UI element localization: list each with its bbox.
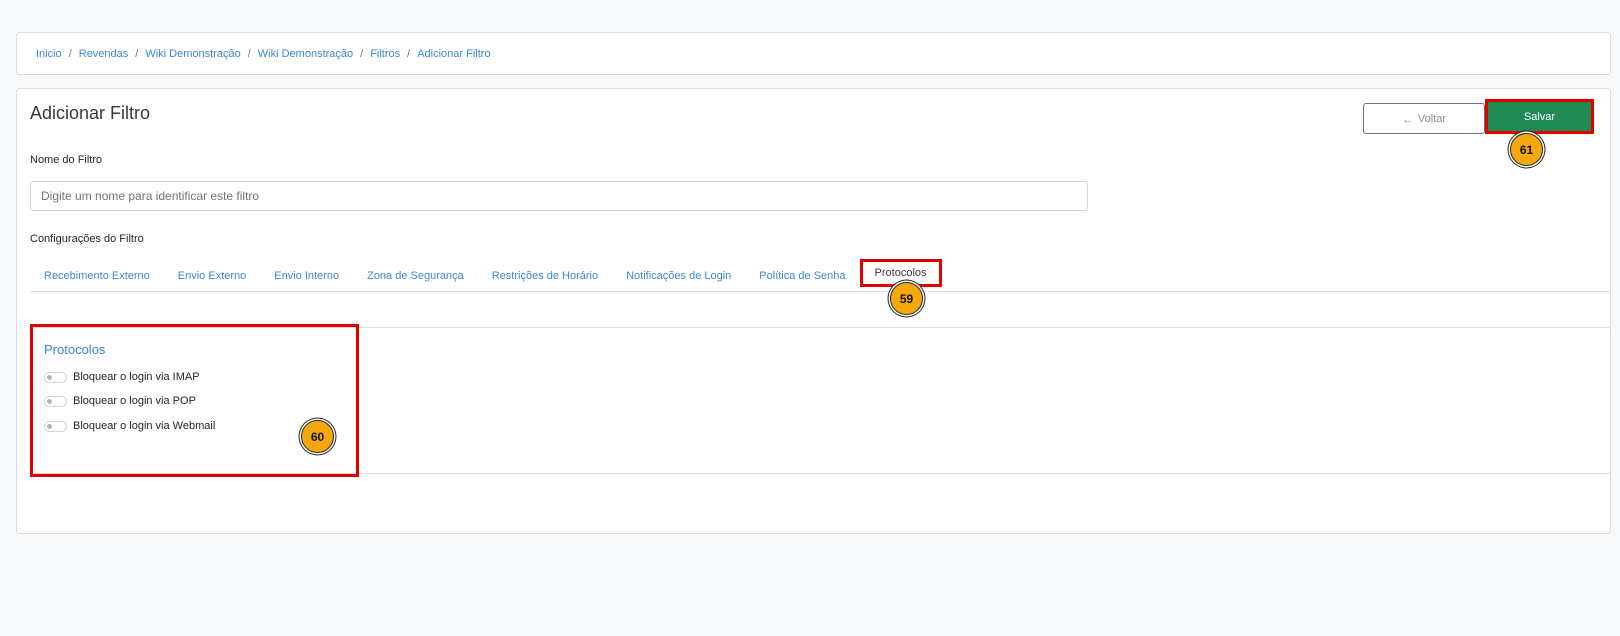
- breadcrumb-item-filtros[interactable]: Filtros: [370, 48, 400, 60]
- breadcrumb-item-revendas[interactable]: Revendas: [79, 48, 129, 60]
- annotation-badge-panel: 60: [301, 420, 334, 453]
- filter-config-tabs: Recebimento Externo Envio Externo Envio …: [30, 259, 1610, 292]
- breadcrumb-item-wiki-1[interactable]: Wiki Demonstração: [145, 48, 240, 60]
- tab-envio-externo[interactable]: Envio Externo: [164, 259, 260, 292]
- protocols-panel-title: Protocolos: [44, 342, 106, 357]
- breadcrumb-item-wiki-2[interactable]: Wiki Demonstração: [258, 48, 353, 60]
- tab-politica-de-senha[interactable]: Política de Senha: [745, 259, 859, 292]
- arrow-left-icon: ←: [1401, 111, 1414, 126]
- filter-config-label: Configurações do Filtro: [30, 233, 144, 245]
- filter-name-input[interactable]: [30, 181, 1088, 211]
- breadcrumb-separator: /: [360, 47, 364, 60]
- toggle-block-webmail[interactable]: [44, 420, 67, 432]
- annotation-badge-save: 61: [1510, 133, 1543, 166]
- toggle-row-webmail: Bloquear o login via Webmail: [44, 420, 215, 432]
- save-button[interactable]: Salvar: [1485, 99, 1594, 134]
- add-filter-card: Adicionar Filtro ← Voltar Salvar Nome do…: [16, 88, 1611, 534]
- tab-notificacoes-de-login[interactable]: Notificações de Login: [612, 259, 745, 292]
- annotation-badge-tab: 59: [890, 282, 923, 315]
- breadcrumb-separator: /: [247, 47, 251, 60]
- tab-envio-interno[interactable]: Envio Interno: [260, 259, 353, 292]
- tab-zona-de-seguranca[interactable]: Zona de Segurança: [353, 259, 478, 292]
- back-button-label: Voltar: [1417, 112, 1447, 125]
- toggle-row-pop: Bloquear o login via POP: [44, 395, 196, 407]
- breadcrumb-separator: /: [68, 47, 72, 60]
- toggle-block-pop[interactable]: [44, 395, 67, 407]
- breadcrumb-item-inicio[interactable]: Inicio: [36, 48, 62, 60]
- tab-restricoes-de-horario[interactable]: Restrições de Horário: [478, 259, 612, 292]
- toggle-label-imap: Bloquear o login via IMAP: [73, 371, 200, 383]
- toggle-row-imap: Bloquear o login via IMAP: [44, 371, 200, 383]
- filter-name-label: Nome do Filtro: [30, 154, 103, 166]
- breadcrumb-separator: /: [135, 47, 139, 60]
- breadcrumb: Inicio / Revendas / Wiki Demonstração / …: [16, 32, 1611, 75]
- page-title: Adicionar Filtro: [30, 103, 151, 123]
- tab-recebimento-externo[interactable]: Recebimento Externo: [30, 259, 164, 292]
- toggle-label-pop: Bloquear o login via POP: [73, 395, 196, 407]
- breadcrumb-item-adicionar-filtro[interactable]: Adicionar Filtro: [417, 48, 490, 60]
- back-button[interactable]: ← Voltar: [1363, 103, 1485, 134]
- breadcrumb-separator: /: [407, 47, 411, 60]
- toggle-block-imap[interactable]: [44, 371, 67, 383]
- toggle-label-webmail: Bloquear o login via Webmail: [73, 420, 216, 432]
